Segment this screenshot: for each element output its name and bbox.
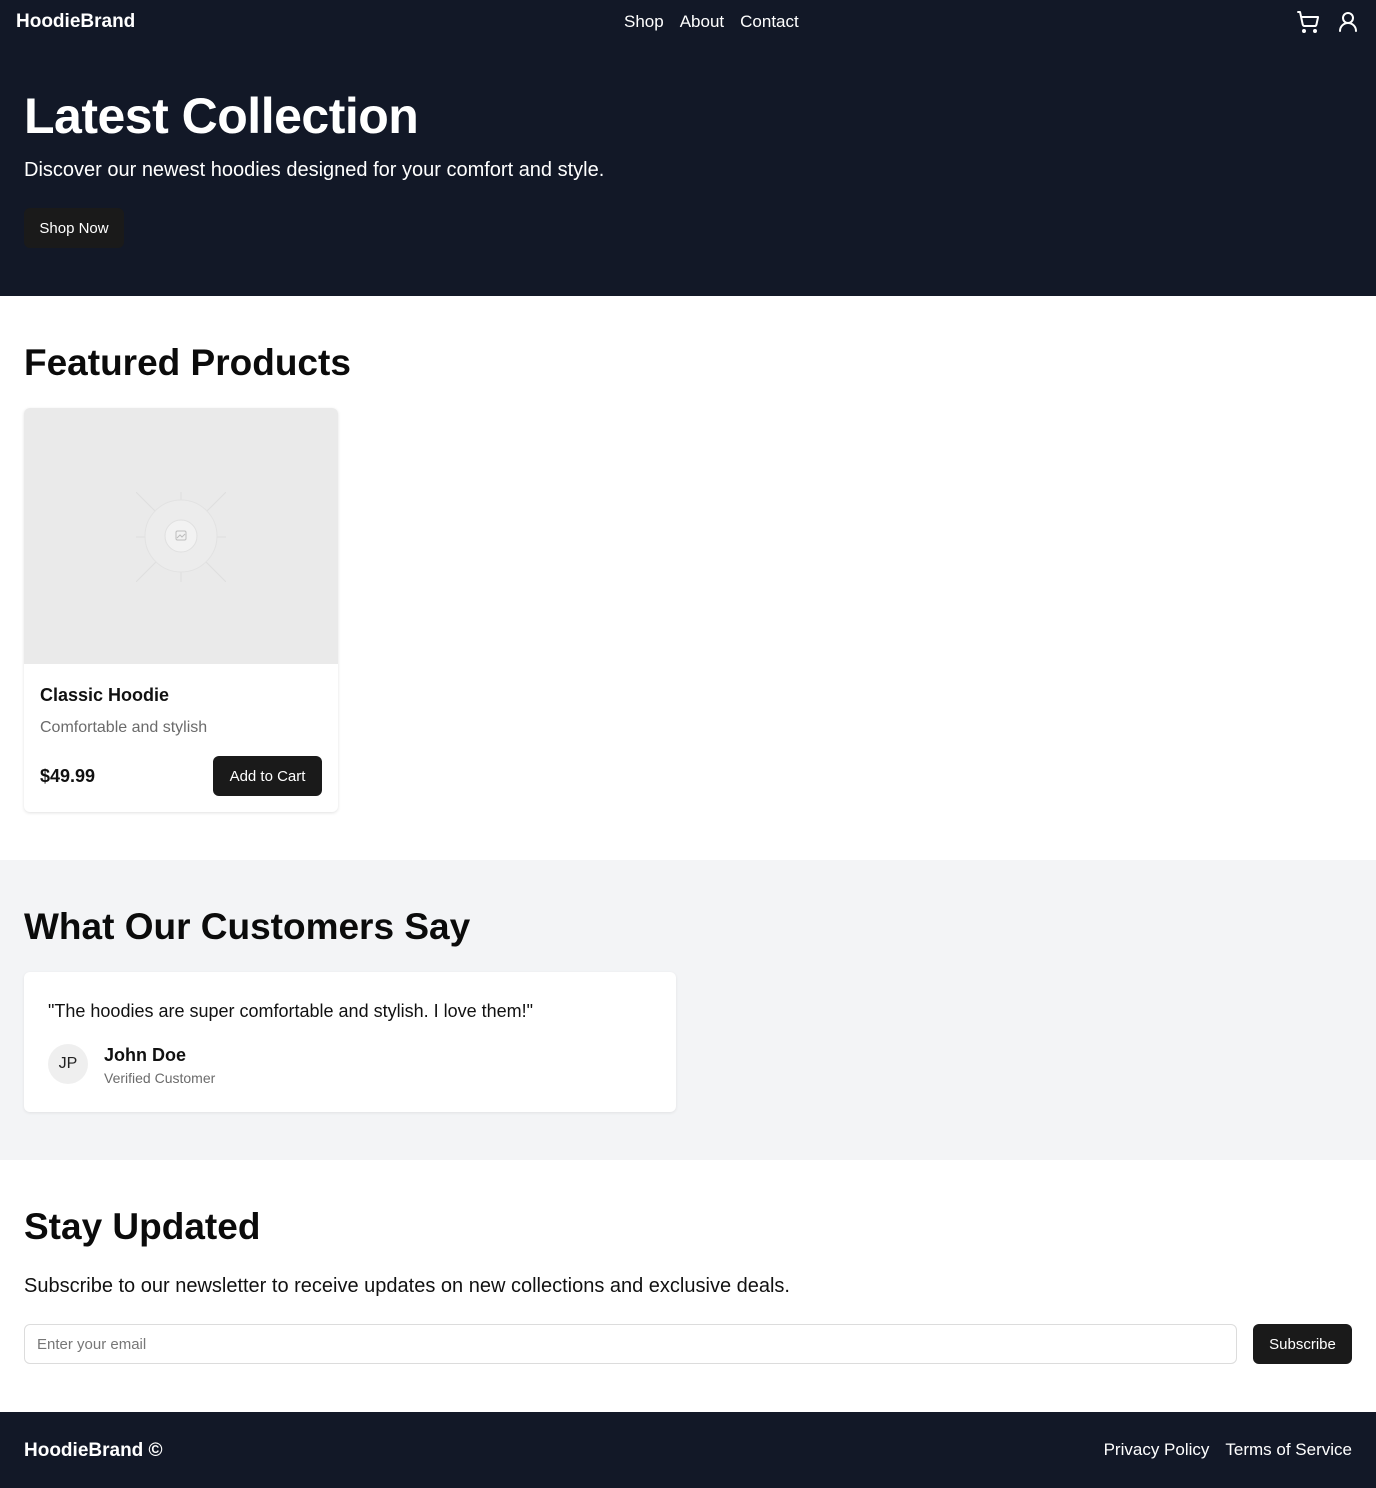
product-image[interactable] — [24, 408, 338, 664]
main-nav: Shop About Contact — [624, 12, 799, 32]
brand-logo[interactable]: HoodieBrand — [16, 11, 135, 33]
testimonials-section: What Our Customers Say "The hoodies are … — [0, 860, 1376, 1160]
shop-now-button[interactable]: Shop Now — [24, 208, 124, 248]
image-placeholder-icon — [136, 492, 226, 582]
hero-section: Latest Collection Discover our newest ho… — [0, 44, 1376, 296]
nav-link-about[interactable]: About — [680, 12, 724, 32]
hero-subtitle: Discover our newest hoodies designed for… — [24, 159, 605, 181]
hero-title: Latest Collection — [24, 88, 419, 144]
add-to-cart-button[interactable]: Add to Cart — [213, 756, 322, 796]
product-price: $49.99 — [40, 766, 96, 786]
testimonial-card: "The hoodies are super comfortable and s… — [24, 972, 676, 1112]
testimonial-quote: "The hoodies are super comfortable and s… — [48, 1001, 534, 1021]
avatar: JP — [48, 1044, 88, 1084]
cart-icon[interactable] — [1296, 10, 1320, 34]
footer: HoodieBrand © Privacy Policy Terms of Se… — [0, 1412, 1376, 1488]
email-input[interactable] — [24, 1324, 1237, 1364]
newsletter-subtitle: Subscribe to our newsletter to receive u… — [24, 1275, 790, 1297]
product-name[interactable]: Classic Hoodie — [40, 684, 169, 706]
product-description: Comfortable and stylish — [40, 719, 208, 736]
testimonial-author-role: Verified Customer — [104, 1070, 216, 1086]
footer-brand: HoodieBrand © — [24, 1440, 163, 1461]
nav-link-contact[interactable]: Contact — [740, 12, 799, 32]
terms-of-service-link[interactable]: Terms of Service — [1225, 1440, 1352, 1460]
footer-links: Privacy Policy Terms of Service — [1104, 1440, 1352, 1460]
newsletter-title: Stay Updated — [24, 1206, 261, 1247]
subscribe-button[interactable]: Subscribe — [1253, 1324, 1352, 1364]
user-icon[interactable] — [1336, 10, 1360, 34]
featured-products-title: Featured Products — [24, 342, 351, 383]
testimonials-title: What Our Customers Say — [24, 906, 471, 947]
product-card: Classic Hoodie Comfortable and stylish $… — [24, 408, 338, 812]
privacy-policy-link[interactable]: Privacy Policy — [1104, 1440, 1210, 1460]
nav-link-shop[interactable]: Shop — [624, 12, 664, 32]
top-navbar: HoodieBrand Shop About Contact — [0, 0, 1376, 44]
testimonial-author-name: John Doe — [104, 1045, 187, 1065]
